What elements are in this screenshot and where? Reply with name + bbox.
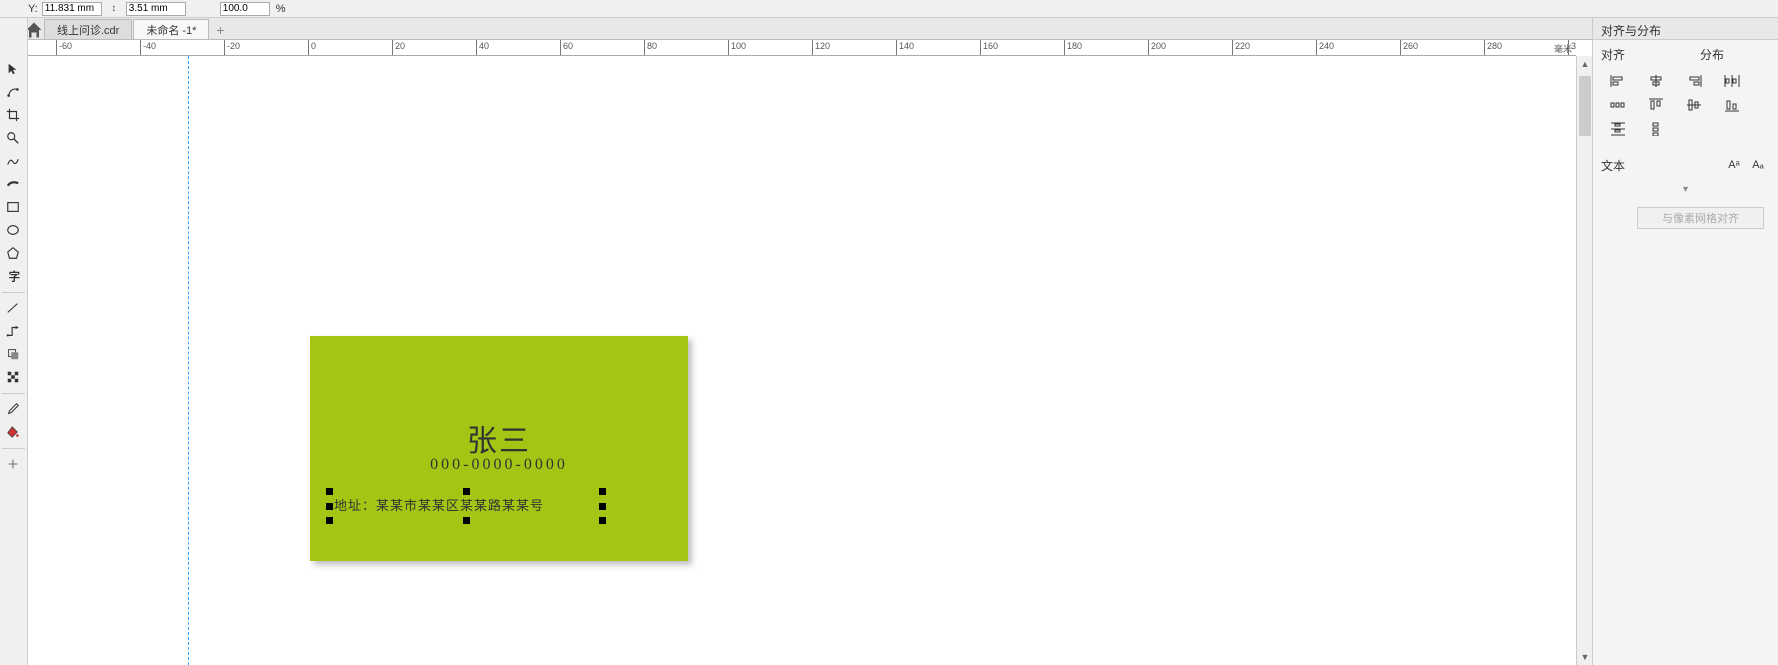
card-phone-text[interactable]: 000-0000-0000 <box>310 456 688 474</box>
height-input[interactable] <box>126 2 186 16</box>
property-bar: Y: ↕ % <box>0 0 1778 18</box>
ruler-tick: 240 <box>1316 40 1334 56</box>
tab-add-button[interactable]: + <box>210 21 230 39</box>
align-section-label: 对齐 <box>1601 46 1700 63</box>
polygon-tool[interactable] <box>0 242 26 264</box>
drop-shadow-tool[interactable] <box>0 343 26 365</box>
align-center-v-button[interactable] <box>1675 93 1713 117</box>
svg-text:字: 字 <box>9 269 20 283</box>
freehand-tool[interactable] <box>0 150 26 172</box>
text-baseline-b-button[interactable]: Aₐ <box>1746 155 1770 175</box>
distribute-spacing-v-button[interactable] <box>1637 117 1675 141</box>
distribute-top-button[interactable] <box>1599 117 1637 141</box>
y-input[interactable] <box>42 2 102 16</box>
scroll-thumb[interactable] <box>1579 76 1591 136</box>
selection-handle[interactable] <box>326 503 333 510</box>
panel-section-headers: 对齐 分布 <box>1593 40 1778 65</box>
ruler-tick: 20 <box>392 40 405 56</box>
selection-handle[interactable] <box>463 488 470 495</box>
rectangle-tool[interactable] <box>0 196 26 218</box>
align-right-button[interactable] <box>1675 69 1713 93</box>
ellipse-tool[interactable] <box>0 219 26 241</box>
ruler-tick: 60 <box>560 40 573 56</box>
canvas-area[interactable]: 张三 000-0000-0000 地址：某某市某某区某某路某某号 <box>28 56 1576 665</box>
panel-expand-toggle[interactable]: ▾ <box>1593 181 1778 197</box>
ruler-tick: 180 <box>1064 40 1082 56</box>
ruler-tick: 260 <box>1400 40 1418 56</box>
ruler-tick: 0 <box>308 40 316 56</box>
add-tool-button[interactable] <box>0 453 26 475</box>
selection-handle[interactable] <box>599 517 606 524</box>
card-name-text[interactable]: 张三 <box>310 416 688 460</box>
ruler-tick: 40 <box>476 40 489 56</box>
ruler-tick: -20 <box>224 40 240 56</box>
distribute-left-button[interactable] <box>1713 69 1751 93</box>
selection-handle[interactable] <box>326 517 333 524</box>
artistic-media-tool[interactable] <box>0 173 26 195</box>
tab-file-1[interactable]: 线上问诊.cdr <box>44 19 132 39</box>
business-card[interactable]: 张三 000-0000-0000 地址：某某市某某区某某路某某号 <box>310 336 688 561</box>
align-bottom-button[interactable] <box>1713 93 1751 117</box>
ruler-tick: 140 <box>896 40 914 56</box>
transparency-tool[interactable] <box>0 366 26 388</box>
fill-tool[interactable] <box>0 421 26 443</box>
shape-tool[interactable] <box>0 81 26 103</box>
pick-tool[interactable] <box>0 58 26 80</box>
document-tab-bar: 线上问诊.cdr 未命名 -1* + <box>0 18 1778 40</box>
distribute-spacing-h-button[interactable] <box>1599 93 1637 117</box>
align-distribute-panel: 对齐与分布 对齐 分布 文本 Aᵃ Aₐ ▾ 与像素网格对齐 <box>1592 18 1778 665</box>
card-address-text: 地址：某某市某某区某某路某某号 <box>330 492 602 520</box>
align-center-h-button[interactable] <box>1637 69 1675 93</box>
scroll-up-icon[interactable]: ▲ <box>1577 56 1593 72</box>
text-section-label: 文本 <box>1601 157 1625 174</box>
zoom-tool[interactable] <box>0 127 26 149</box>
text-tool[interactable]: 字 <box>0 265 26 287</box>
distribute-section-label: 分布 <box>1700 46 1770 63</box>
line-tool[interactable] <box>0 297 26 319</box>
scale-input[interactable] <box>220 2 270 16</box>
ruler-tick: 120 <box>812 40 830 56</box>
ruler-tick: 100 <box>728 40 746 56</box>
align-distribute-buttons <box>1593 65 1778 149</box>
panel-title: 对齐与分布 <box>1593 18 1778 40</box>
selection-handle[interactable] <box>599 503 606 510</box>
ruler-tick: 280 <box>1484 40 1502 56</box>
text-align-row: 文本 Aᵃ Aₐ <box>1593 149 1778 181</box>
scroll-down-icon[interactable]: ▼ <box>1577 649 1593 665</box>
align-left-button[interactable] <box>1599 69 1637 93</box>
card-address-selected[interactable]: 地址：某某市某某区某某路某某号 <box>330 492 602 520</box>
crop-tool[interactable] <box>0 104 26 126</box>
ruler-horizontal[interactable]: 毫米 -60-40-200204060801001201401601802002… <box>28 40 1576 56</box>
pixel-grid-align-button[interactable]: 与像素网格对齐 <box>1637 207 1764 229</box>
ruler-tick: 200 <box>1148 40 1166 56</box>
y-label: Y: <box>28 3 38 15</box>
selection-handle[interactable] <box>326 488 333 495</box>
text-baseline-a-button[interactable]: Aᵃ <box>1722 155 1746 175</box>
ruler-tick: 80 <box>644 40 657 56</box>
percent-label: % <box>276 3 286 15</box>
guide-line-vertical[interactable] <box>188 56 189 665</box>
selection-handle[interactable] <box>599 488 606 495</box>
align-top-button[interactable] <box>1637 93 1675 117</box>
ruler-tick: 160 <box>980 40 998 56</box>
selection-handle[interactable] <box>463 517 470 524</box>
ruler-tick: 300 <box>1568 40 1576 56</box>
toolbox: 字 <box>0 18 28 665</box>
connector-tool[interactable] <box>0 320 26 342</box>
ruler-tick: -40 <box>140 40 156 56</box>
tab-file-2[interactable]: 未命名 -1* <box>133 19 209 39</box>
ruler-tick: 220 <box>1232 40 1250 56</box>
eyedropper-tool[interactable] <box>0 398 26 420</box>
vertical-scrollbar[interactable]: ▲ ▼ <box>1576 56 1592 665</box>
height-icon: ↕ <box>106 2 122 16</box>
ruler-tick: -60 <box>56 40 72 56</box>
